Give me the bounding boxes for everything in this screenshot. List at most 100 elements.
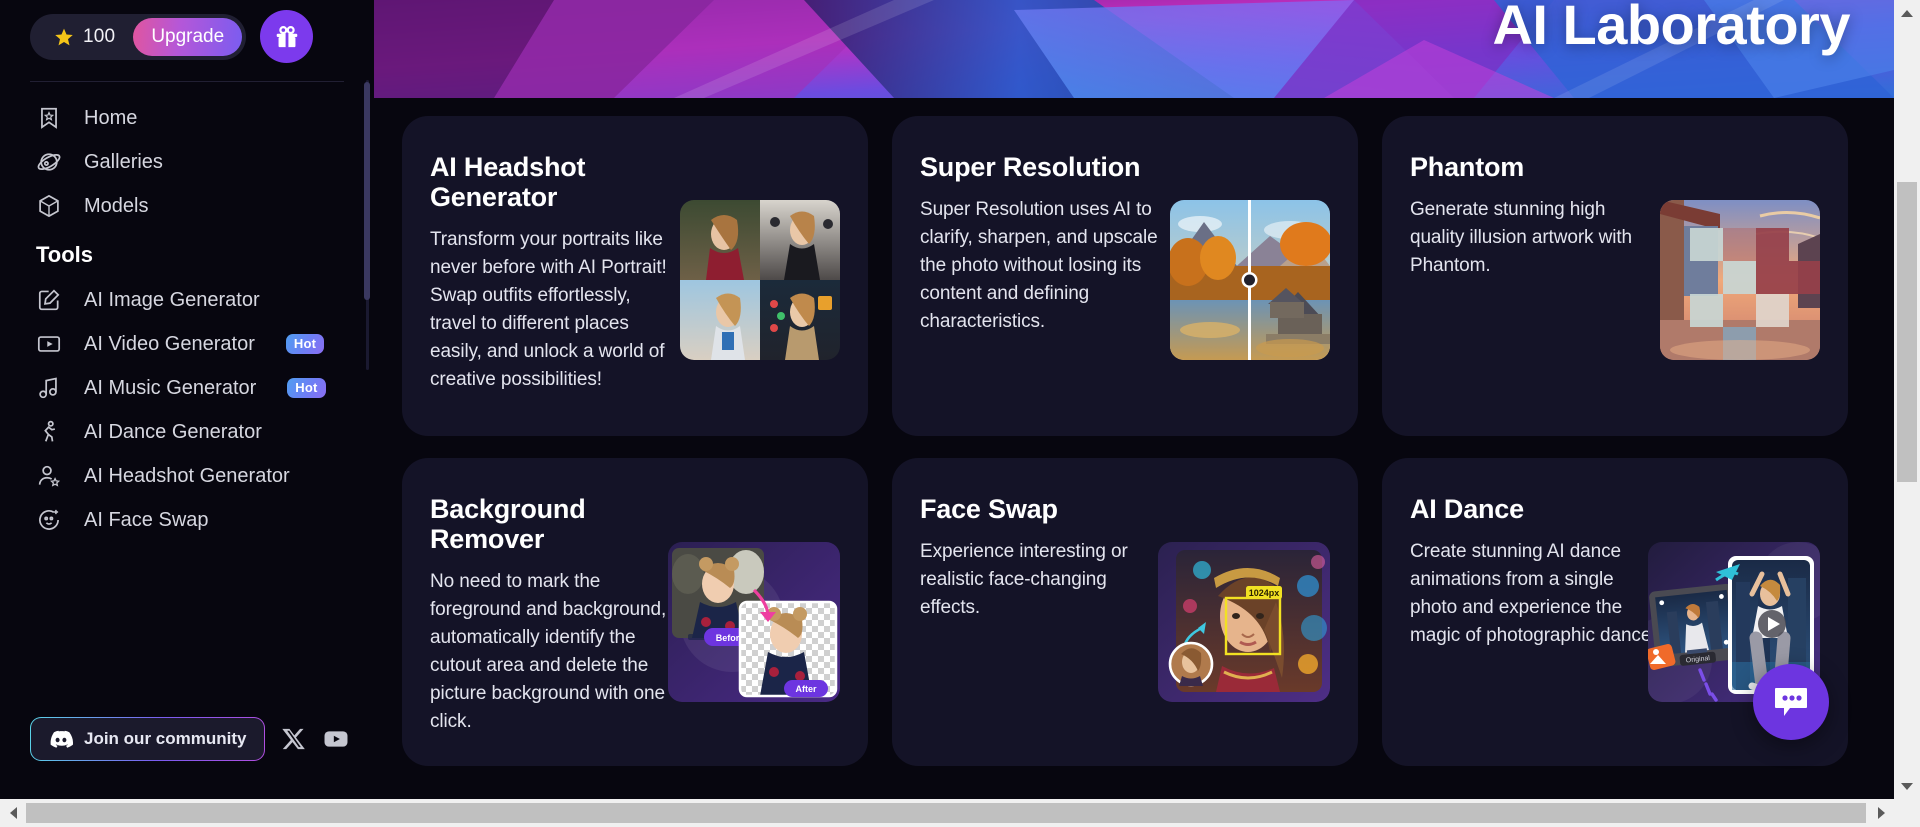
sidebar-divider <box>30 81 344 82</box>
size-label-text: 1024px <box>1249 588 1280 598</box>
tools-row-2: Background Remover No need to mark the f… <box>402 458 1864 766</box>
sidebar-item-ai-video-generator[interactable]: AI Video Generator Hot <box>26 322 356 366</box>
card-text-block: Super Resolution Super Resolution uses A… <box>920 152 1170 406</box>
person-star-icon <box>38 465 61 487</box>
portrait-grid-art <box>680 200 840 360</box>
landscape-compare-art <box>1170 200 1330 360</box>
bookmark-star-icon <box>41 107 57 129</box>
sidebar-item-ai-image-generator[interactable]: AI Image Generator <box>26 278 356 322</box>
sidebar-item-label: Home <box>84 106 138 129</box>
horizontal-scrollbar-thumb[interactable] <box>26 803 1866 823</box>
tool-card-face-swap[interactable]: Face Swap Experience interesting or real… <box>892 458 1358 766</box>
sidebar-scrollbar-thumb[interactable] <box>364 82 370 300</box>
card-title: AI Dance <box>1410 494 1524 524</box>
hot-badge: Hot <box>287 378 326 398</box>
card-description: Super Resolution uses AI to clarify, sha… <box>920 199 1158 332</box>
credits-pill[interactable]: 100 Upgrade <box>30 13 247 60</box>
chat-support-button[interactable] <box>1753 664 1829 740</box>
tools-row-1: AI Headshot Generator Transform your por… <box>402 116 1864 436</box>
credits-value: 100 <box>83 25 116 47</box>
card-text-block: Phantom Generate stunning high quality i… <box>1410 152 1660 406</box>
credits-display: 100 <box>30 26 133 48</box>
sidebar-item-label: AI Music Generator <box>84 376 257 399</box>
tool-card-background-remover[interactable]: Background Remover No need to mark the f… <box>402 458 868 766</box>
card-description: Generate stunning high quality illusion … <box>1410 199 1633 277</box>
landscape-compare-thumbnail <box>1170 200 1330 360</box>
scroll-down-button[interactable] <box>1894 773 1920 799</box>
sidebar-nav: Home Galleries Models Tools AI Image Gen… <box>0 88 374 562</box>
discord-icon <box>50 730 73 748</box>
card-title: Phantom <box>1410 152 1525 182</box>
sidebar-item-label: AI Dance Generator <box>84 420 262 443</box>
app-viewport: 100 Upgrade Home Galleries Models Tools … <box>0 0 1920 827</box>
music-note-icon <box>39 377 57 399</box>
join-community-label: Join our community <box>84 729 247 748</box>
scroll-left-button[interactable] <box>0 799 26 827</box>
card-title: Super Resolution <box>920 152 1141 182</box>
card-text-block: Face Swap Experience interesting or real… <box>920 494 1170 736</box>
card-description: No need to mark the foreground and backg… <box>430 571 667 733</box>
cube-icon <box>39 194 59 218</box>
sidebar-item-ai-music-generator[interactable]: AI Music Generator Hot <box>26 366 356 410</box>
vertical-scrollbar[interactable] <box>1894 0 1920 799</box>
dancing-person-icon <box>44 420 56 442</box>
tool-card-phantom[interactable]: Phantom Generate stunning high quality i… <box>1382 116 1848 436</box>
before-after-cutout-art: Before After <box>668 542 840 702</box>
sidebar-item-ai-headshot-generator[interactable]: AI Headshot Generator <box>26 454 356 498</box>
join-community-button[interactable]: Join our community <box>30 717 265 761</box>
card-description: Experience interesting or realistic face… <box>920 541 1128 619</box>
chat-bubble-icon <box>1775 688 1807 716</box>
sidebar-item-label: AI Face Swap <box>84 508 209 531</box>
sidebar-item-home[interactable]: Home <box>26 96 356 140</box>
face-detect-thumbnail: 1024px <box>1158 542 1330 702</box>
hot-badge: Hot <box>285 334 325 354</box>
sidebar-item-label: AI Image Generator <box>84 288 260 311</box>
sidebar-item-label: Models <box>84 194 149 217</box>
x-twitter-icon[interactable] <box>281 726 307 752</box>
card-title: Background Remover <box>430 494 586 555</box>
before-after-cutout-thumbnail: Before After <box>668 542 840 702</box>
portrait-grid-thumbnail <box>680 200 840 360</box>
youtube-icon[interactable] <box>323 726 349 752</box>
sidebar-header: 100 Upgrade <box>0 0 374 63</box>
scrollbar-corner <box>1894 799 1920 827</box>
card-description: Create stunning AI dance animations from… <box>1410 541 1657 646</box>
sidebar-item-label: Galleries <box>84 150 163 173</box>
face-detect-art: 1024px <box>1158 542 1330 702</box>
sidebar: 100 Upgrade Home Galleries Models Tools … <box>0 0 374 799</box>
face-swap-icon <box>39 509 59 530</box>
planet-icon <box>37 153 61 171</box>
sidebar-item-ai-dance-generator[interactable]: AI Dance Generator <box>26 410 356 454</box>
tool-card-ai-headshot-generator[interactable]: AI Headshot Generator Transform your por… <box>402 116 868 436</box>
card-text-block: AI Dance Create stunning AI dance animat… <box>1410 494 1660 736</box>
sidebar-item-label: AI Headshot Generator <box>84 464 290 487</box>
sidebar-nav-scroll-area: Home Galleries Models Tools AI Image Gen… <box>0 88 374 584</box>
card-text-block: AI Headshot Generator Transform your por… <box>430 152 680 406</box>
main-content: AI Laboratory AI Headshot Generator Tran… <box>374 0 1894 799</box>
gift-button[interactable] <box>260 10 314 63</box>
card-description: Transform your portraits like never befo… <box>430 229 667 391</box>
upgrade-button[interactable]: Upgrade <box>133 17 243 56</box>
tools-section-title: Tools <box>36 242 94 267</box>
card-text-block: Background Remover No need to mark the f… <box>430 494 680 736</box>
star-icon <box>55 28 73 45</box>
scroll-up-button[interactable] <box>1894 0 1920 26</box>
vertical-scrollbar-thumb[interactable] <box>1897 182 1917 482</box>
sidebar-item-galleries[interactable]: Galleries <box>26 140 356 184</box>
horizontal-scrollbar[interactable] <box>0 799 1920 827</box>
tool-card-super-resolution[interactable]: Super Resolution Super Resolution uses A… <box>892 116 1358 436</box>
checkerboard-illusion-thumbnail <box>1660 200 1820 360</box>
video-play-icon <box>37 336 61 352</box>
sidebar-item-models[interactable]: Models <box>26 184 356 228</box>
sidebar-item-ai-face-swap[interactable]: AI Face Swap <box>26 498 356 542</box>
sidebar-footer: Join our community <box>0 717 374 761</box>
page-title: AI Laboratory <box>1492 0 1850 56</box>
hero-banner: AI Laboratory <box>374 0 1894 98</box>
tools-grid: AI Headshot Generator Transform your por… <box>374 98 1894 766</box>
scroll-right-button[interactable] <box>1868 799 1894 827</box>
gift-icon <box>276 25 297 47</box>
after-label-text: After <box>795 684 816 694</box>
checkerboard-illusion-art <box>1660 200 1820 360</box>
pencil-square-icon <box>38 289 60 311</box>
